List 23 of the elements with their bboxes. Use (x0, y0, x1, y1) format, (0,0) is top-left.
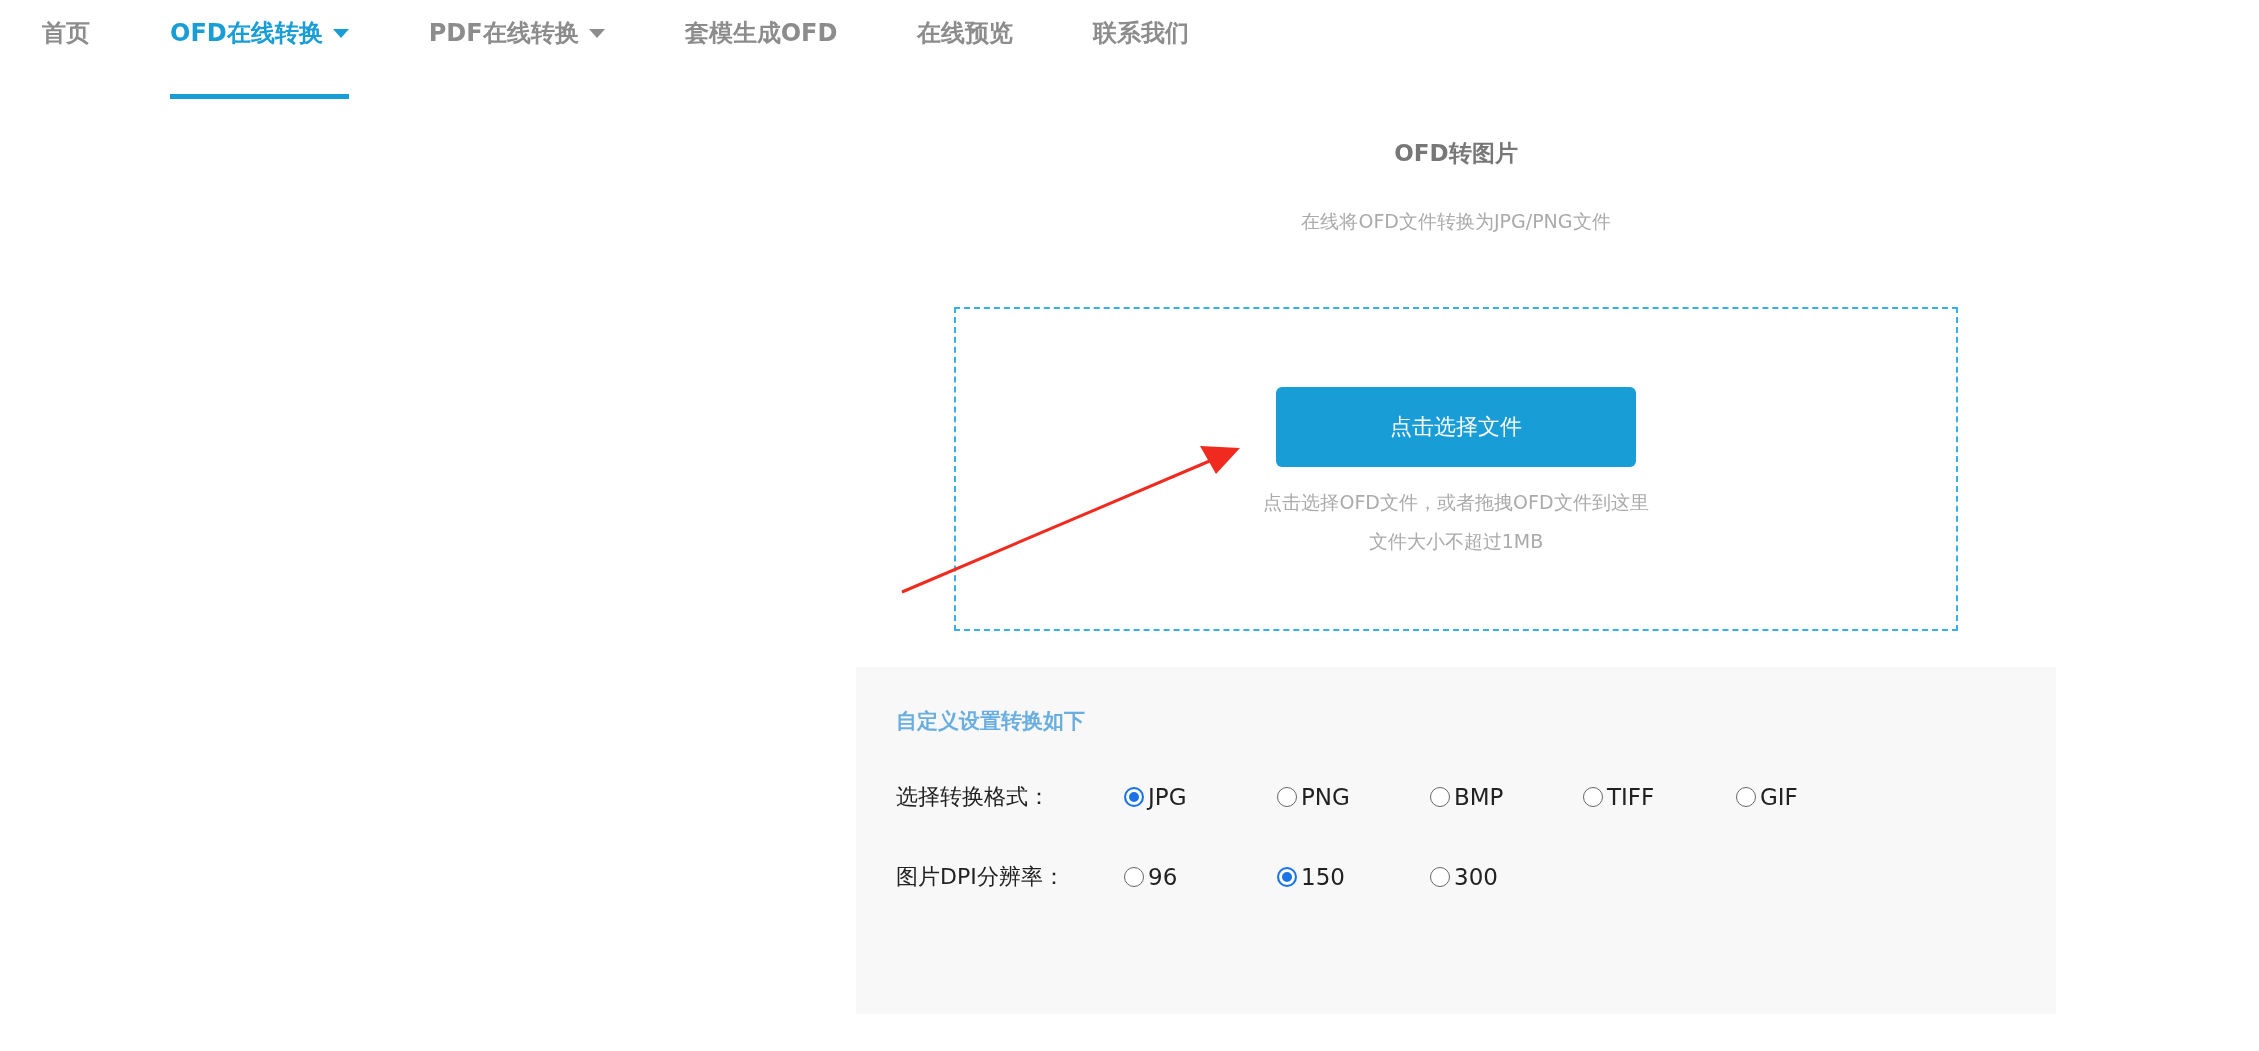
page-subtitle: 在线将OFD文件转换为JPG/PNG文件 (1301, 209, 1611, 234)
settings-heading: 自定义设置转换如下 (896, 708, 1086, 735)
page-title: OFD转图片 (1394, 139, 1518, 168)
radio-button[interactable] (1430, 787, 1450, 807)
upload-hint: 点击选择OFD文件，或者拖拽OFD文件到这里 (1263, 490, 1649, 515)
radio-button[interactable] (1736, 787, 1756, 807)
option-label: 选择转换格式： (896, 783, 1051, 811)
radio-button[interactable] (1277, 787, 1297, 807)
radio-button[interactable] (1583, 787, 1603, 807)
radio-button[interactable] (1430, 867, 1450, 887)
radio-button[interactable] (1124, 867, 1144, 887)
radio-option[interactable]: PNG (1277, 784, 1430, 810)
radio-option[interactable]: BMP (1430, 784, 1583, 810)
upload-hint: 文件大小不超过1MB (1368, 529, 1544, 554)
radio-option[interactable]: 300 (1430, 864, 1583, 890)
radio-button[interactable] (1124, 787, 1144, 807)
option-label: 图片DPI分辨率： (896, 863, 1066, 891)
radio-option[interactable]: TIFF (1583, 784, 1736, 810)
radio-option[interactable]: 150 (1277, 864, 1430, 890)
radio-option[interactable]: JPG (1124, 784, 1277, 810)
radio-button[interactable] (1277, 867, 1297, 887)
radio-option[interactable]: GIF (1736, 784, 1889, 810)
radio-option[interactable]: 96 (1124, 864, 1277, 890)
